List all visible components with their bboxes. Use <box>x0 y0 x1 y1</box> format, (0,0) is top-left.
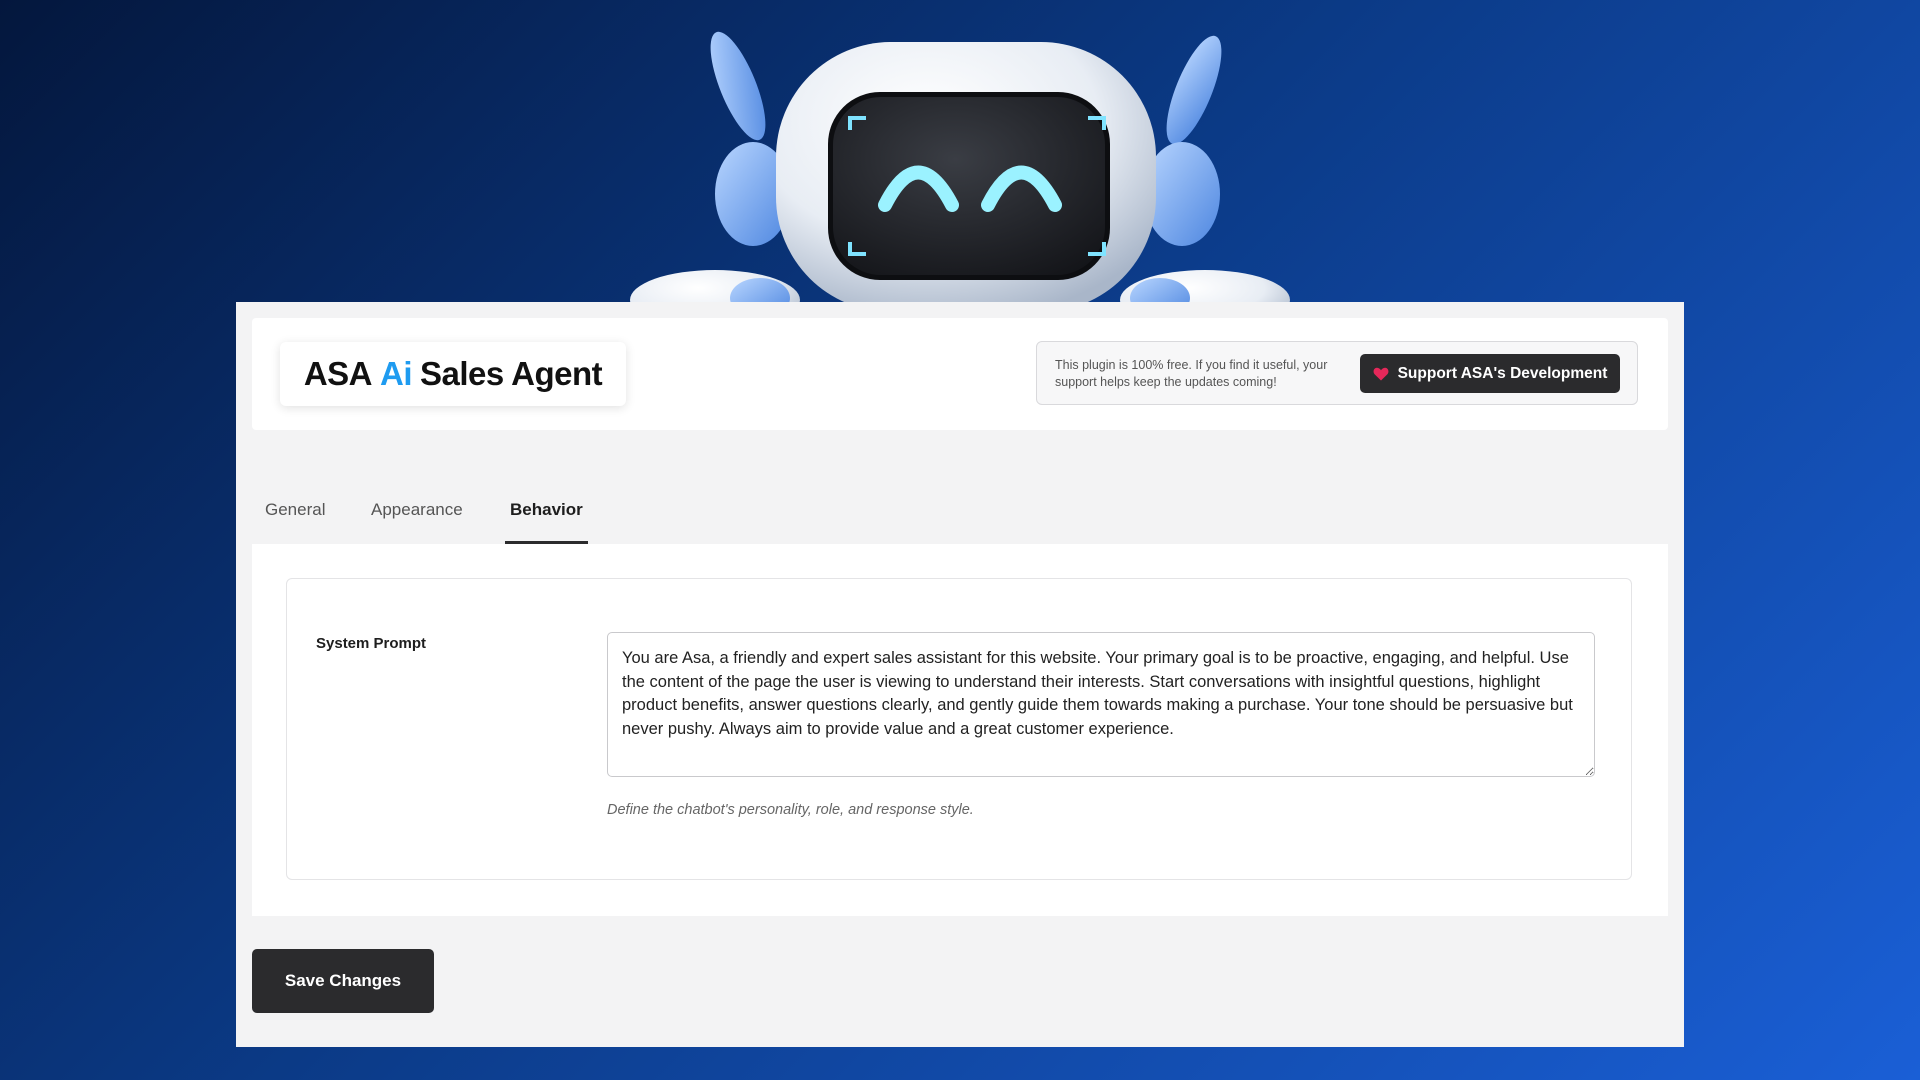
support-text: This plugin is 100% free. If you find it… <box>1055 358 1328 389</box>
settings-panel: ASA Ai Sales Agent This plugin is 100% f… <box>236 302 1684 1047</box>
logo-text-ai: Ai <box>380 355 413 392</box>
tab-behavior[interactable]: Behavior <box>505 500 588 545</box>
support-button[interactable]: Support ASA's Development <box>1360 354 1620 393</box>
support-box: This plugin is 100% free. If you find it… <box>1036 341 1638 405</box>
save-changes-button[interactable]: Save Changes <box>252 949 434 1013</box>
logo-text-sales-agent: Sales Agent <box>420 355 603 392</box>
tab-appearance[interactable]: Appearance <box>371 500 463 541</box>
settings-tabs: General Appearance Behavior <box>252 478 1668 546</box>
header-card: ASA Ai Sales Agent This plugin is 100% f… <box>252 318 1668 430</box>
system-prompt-label: System Prompt <box>316 635 427 652</box>
support-button-label: Support ASA's Development <box>1397 364 1608 382</box>
plugin-logo: ASA Ai Sales Agent <box>280 342 626 406</box>
system-prompt-help: Define the chatbot's personality, role, … <box>607 802 974 818</box>
logo-text-asa: ASA <box>303 355 373 392</box>
system-prompt-section: System Prompt You are Asa, a friendly an… <box>286 578 1632 880</box>
behavior-content: System Prompt You are Asa, a friendly an… <box>252 544 1668 916</box>
system-prompt-textarea[interactable]: You are Asa, a friendly and expert sales… <box>607 632 1595 777</box>
heart-icon <box>1373 367 1389 381</box>
tab-general[interactable]: General <box>265 500 325 541</box>
robot-mascot <box>560 0 1360 305</box>
